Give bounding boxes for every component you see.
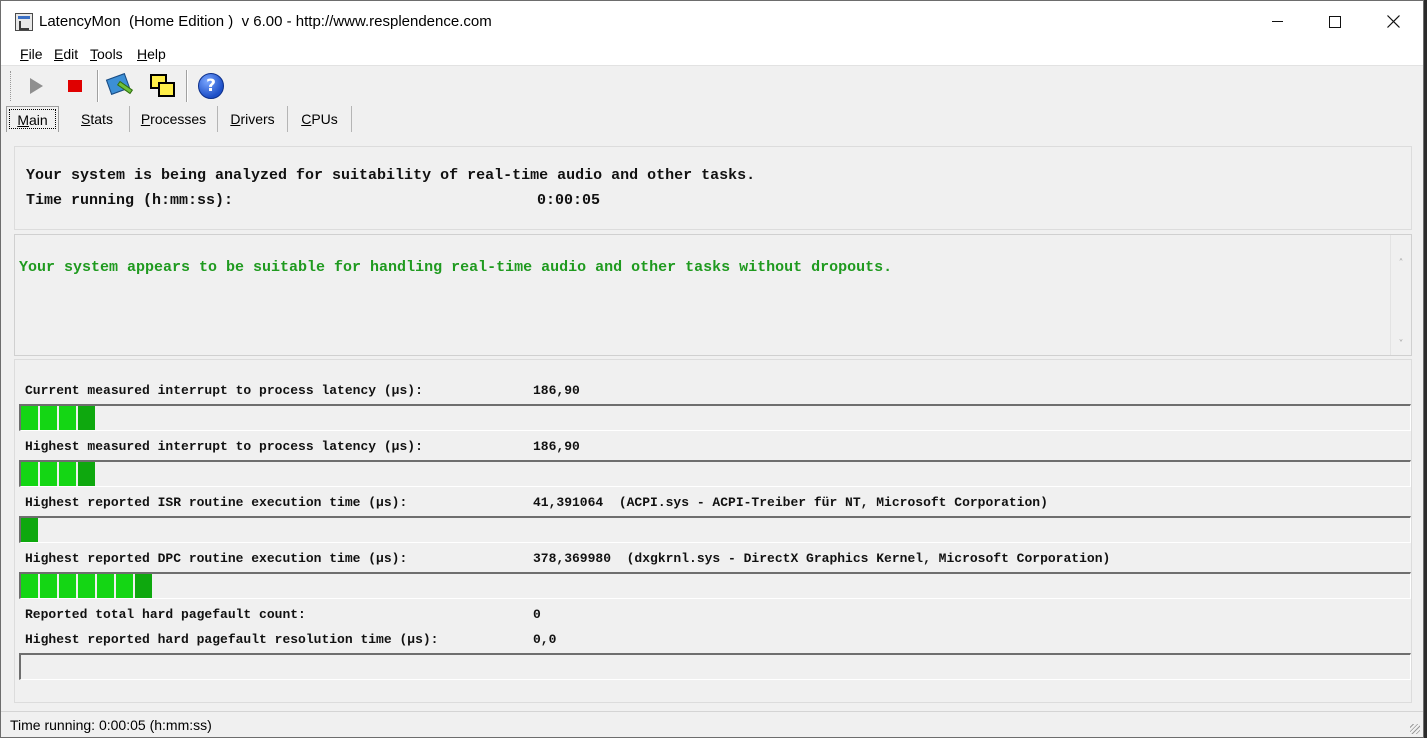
analysis-panel: Your system is being analyzed for suitab…	[14, 146, 1412, 230]
resize-grip[interactable]	[1410, 724, 1420, 734]
menu-file[interactable]: File	[20, 46, 43, 62]
bar-segment	[78, 574, 97, 598]
stop-icon	[68, 80, 82, 92]
title-bar[interactable]: LatencyMon (Home Edition ) v 6.00 - http…	[1, 1, 1423, 42]
play-icon	[29, 78, 43, 94]
tab-processes[interactable]: Processes	[130, 106, 218, 132]
bar-fill	[21, 462, 97, 486]
menu-bar: File Edit Tools Help	[1, 42, 1423, 66]
bar-segment	[40, 406, 59, 430]
windows-button[interactable]	[148, 71, 178, 101]
maximize-icon	[1329, 15, 1341, 28]
bar-segment	[135, 574, 154, 598]
tools-button[interactable]	[105, 71, 135, 101]
metric-label: Highest reported hard pagefault resoluti…	[25, 632, 439, 647]
tools-icon	[105, 72, 134, 100]
metric-label: Reported total hard pagefault count:	[25, 607, 306, 622]
bar-segment	[78, 462, 97, 486]
toolbar-grip[interactable]	[10, 71, 13, 101]
status-text: Time running: 0:00:05 (h:mm:ss)	[10, 717, 212, 733]
maximize-button[interactable]	[1306, 1, 1364, 42]
close-button[interactable]	[1364, 1, 1422, 42]
toolbar-separator	[97, 70, 99, 102]
start-button[interactable]	[21, 71, 51, 101]
latency-bar-highest	[19, 460, 1411, 487]
metrics-panel: Current measured interrupt to process la…	[14, 359, 1412, 703]
metric-value: 186,90	[533, 383, 580, 398]
minimize-icon	[1271, 21, 1283, 22]
menu-help[interactable]: Help	[137, 46, 166, 62]
metric-label: Highest measured interrupt to process la…	[25, 439, 423, 454]
metric-label: Highest reported DPC routine execution t…	[25, 551, 408, 566]
bar-segment	[78, 406, 97, 430]
tab-main[interactable]: Main	[6, 106, 59, 132]
tab-strip: Main Stats Processes Drivers C PUs	[1, 105, 1423, 133]
scroll-up-icon[interactable]: ˄	[1396, 259, 1406, 269]
menu-tools[interactable]: Tools	[90, 46, 123, 62]
metric-value: 41,391064 (ACPI.sys - ACPI-Treiber für N…	[533, 495, 1048, 510]
time-running-value: 0:00:05	[537, 192, 601, 209]
status-bar: Time running: 0:00:05 (h:mm:ss)	[1, 711, 1423, 737]
latencymon-window: LatencyMon (Home Edition ) v 6.00 - http…	[0, 0, 1424, 738]
metric-label: Current measured interrupt to process la…	[25, 383, 423, 398]
bar-fill	[21, 406, 97, 430]
app-icon	[15, 13, 33, 31]
bar-segment	[21, 406, 40, 430]
analysis-message: Your system is being analyzed for suitab…	[26, 167, 756, 184]
help-icon: ?	[198, 73, 224, 99]
scroll-down-icon[interactable]: ˅	[1396, 340, 1406, 350]
tab-cpus[interactable]: C PUs	[288, 106, 352, 132]
bar-segment	[97, 574, 116, 598]
bar-segment	[21, 518, 40, 542]
verdict-panel[interactable]: Your system appears to be suitable for h…	[14, 234, 1412, 356]
window-title: LatencyMon (Home Edition ) v 6.00 - http…	[39, 13, 492, 30]
bar-segment	[40, 574, 59, 598]
tab-drivers[interactable]: Drivers	[218, 106, 288, 132]
dpc-bar	[19, 572, 1411, 599]
toolbar-separator	[186, 70, 188, 102]
stop-button[interactable]	[60, 71, 90, 101]
pagefault-bar	[19, 653, 1411, 680]
close-icon	[1386, 15, 1400, 28]
metric-label: Highest reported ISR routine execution t…	[25, 495, 408, 510]
toolbar: ?	[1, 67, 1423, 105]
bar-segment	[40, 462, 59, 486]
bar-segment	[21, 574, 40, 598]
metric-value: 378,369980 (dxgkrnl.sys - DirectX Graphi…	[533, 551, 1111, 566]
verdict-scrollbar[interactable]: ˄ ˅	[1390, 235, 1411, 355]
bar-fill	[21, 518, 40, 542]
bar-segment	[59, 574, 78, 598]
latency-bar-current	[19, 404, 1411, 431]
windows-icon	[150, 74, 176, 98]
bar-segment	[116, 574, 135, 598]
tab-stats[interactable]: Stats	[65, 106, 130, 132]
bar-segment	[59, 462, 78, 486]
minimize-button[interactable]	[1248, 1, 1306, 42]
help-button[interactable]: ?	[196, 71, 226, 101]
bar-segment	[21, 462, 40, 486]
bar-fill	[21, 574, 154, 598]
metric-value: 0	[533, 607, 541, 622]
isr-bar	[19, 516, 1411, 543]
verdict-text: Your system appears to be suitable for h…	[19, 259, 893, 276]
time-running-label: Time running (h:mm:ss):	[26, 192, 234, 209]
metric-value: 0,0	[533, 632, 557, 647]
bar-segment	[59, 406, 78, 430]
menu-edit[interactable]: Edit	[54, 46, 78, 62]
metric-value: 186,90	[533, 439, 580, 454]
